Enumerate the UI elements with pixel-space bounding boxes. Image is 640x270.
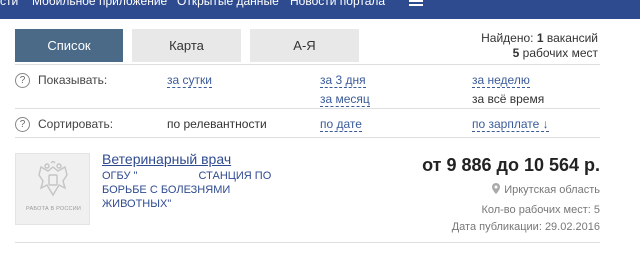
found-prefix: Найдено: bbox=[481, 31, 534, 45]
nav-link-portal-news[interactable]: Новости портала bbox=[290, 0, 385, 8]
employer-name-line: ЖИВОТНЫХ" bbox=[102, 198, 172, 210]
help-icon[interactable]: ? bbox=[15, 117, 30, 132]
employer-name-line: БОРЬБЕ С БОЛЕЗНЯМИ bbox=[102, 184, 231, 196]
show-label: Показывать: bbox=[38, 73, 108, 87]
tab-map[interactable]: Карта bbox=[132, 29, 241, 62]
nav-link-services[interactable]: сти bbox=[0, 0, 18, 8]
tab-a-z[interactable]: А-Я bbox=[250, 29, 359, 62]
tab-list[interactable]: Список bbox=[15, 29, 123, 62]
show-option-month[interactable]: за месяц bbox=[320, 92, 370, 107]
publication-date: Дата публикации: 29.02.2016 bbox=[451, 221, 600, 233]
location-pin-icon bbox=[492, 183, 501, 194]
employer-name-line: ОГБУ " СТАНЦИЯ ПО bbox=[102, 170, 272, 182]
region: Иркутская область bbox=[492, 183, 600, 196]
employer-logo: РАБОТА В РОССИИ bbox=[15, 153, 90, 225]
show-option-all-time[interactable]: за всё время bbox=[472, 92, 544, 106]
divider bbox=[15, 137, 600, 138]
nav-link-mobile-app[interactable]: Мобильное приложение bbox=[32, 0, 167, 8]
nav-link-open-data[interactable]: Открытые данные bbox=[177, 0, 279, 8]
top-nav-bar: сти Мобильное приложение Открытые данные… bbox=[0, 0, 640, 19]
region-name: Иркутская область bbox=[504, 184, 600, 196]
employer-name[interactable]: ОГБУ " СТАНЦИЯ ПО БОРЬБЕ С БОЛЕЗНЯМИ ЖИВ… bbox=[102, 169, 302, 211]
sort-label: Сортировать: bbox=[38, 117, 114, 131]
workplaces-count: 5 bbox=[512, 46, 520, 60]
sort-option-date[interactable]: по дате bbox=[320, 117, 362, 132]
salary-range: от 9 886 до 10 564 р. bbox=[422, 155, 600, 175]
logo-text: РАБОТА В РОССИИ bbox=[25, 206, 82, 212]
coat-of-arms-icon bbox=[38, 161, 68, 197]
divider bbox=[15, 64, 600, 65]
sort-option-salary[interactable]: по зарплате ↓ bbox=[472, 117, 549, 132]
divider bbox=[15, 242, 600, 243]
divider bbox=[15, 108, 600, 109]
show-option-week[interactable]: за неделю bbox=[472, 73, 530, 88]
vacancies-label: вакансий bbox=[546, 31, 598, 45]
workplaces-count-text: Кол-во рабочих мест: 5 bbox=[481, 204, 600, 216]
help-icon[interactable]: ? bbox=[15, 73, 30, 88]
results-summary: Найдено: 1 вакансий 5 рабочих мест bbox=[481, 31, 598, 61]
show-option-3-days[interactable]: за 3 дня bbox=[320, 73, 366, 88]
hamburger-menu-icon[interactable] bbox=[409, 0, 423, 6]
vacancies-count: 1 bbox=[536, 31, 544, 45]
sort-option-relevance[interactable]: по релевантности bbox=[167, 117, 267, 131]
vacancy-title-link[interactable]: Ветеринарный врач bbox=[102, 151, 231, 167]
workplaces-label: рабочих мест bbox=[522, 46, 598, 60]
show-option-day[interactable]: за сутки bbox=[167, 73, 212, 88]
